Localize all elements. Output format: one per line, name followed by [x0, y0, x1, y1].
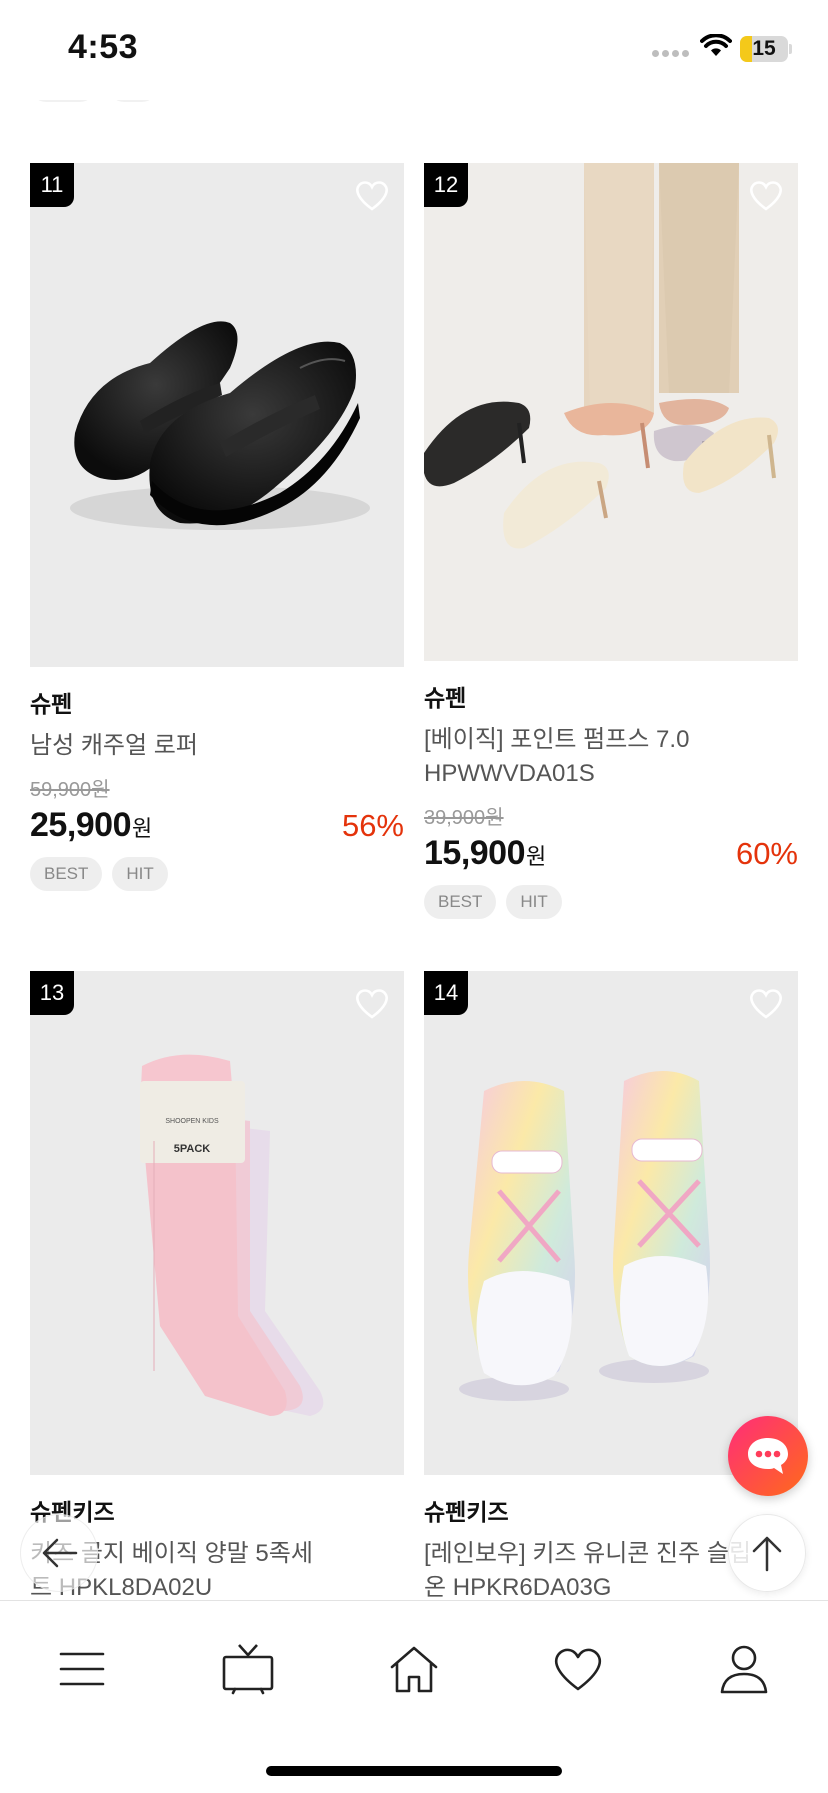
scroll-top-button[interactable] [728, 1514, 806, 1592]
product-name[interactable]: 남성 캐주얼 로퍼 [30, 729, 404, 763]
original-price: 39,900원 [424, 807, 504, 829]
rank-badge: 11 [30, 163, 74, 207]
sneakers-image [459, 1071, 710, 1401]
nav-tv[interactable] [218, 1639, 278, 1699]
product-name[interactable]: [레인보우] 키즈 유니콘 진주 슬립온 HPKR6DA03G [424, 1537, 764, 1605]
product-tags: BEST HIT [30, 857, 404, 891]
pumps-image [424, 163, 778, 549]
status-time: 4:53 [68, 28, 139, 66]
discount-rate: 56% [341, 808, 404, 843]
product-brand: 슈펜키즈 [30, 1499, 115, 1525]
tag-hit: HIT [506, 885, 562, 919]
wishlist-heart-icon[interactable] [748, 987, 784, 1019]
user-icon [720, 1645, 768, 1694]
product-card[interactable]: 14 슈펜키즈 [레인보우] 키즈 유니콘 진주 슬립온 HPKR6DA03G [424, 971, 798, 1605]
product-brand: 슈펜 [424, 685, 467, 711]
status-bar: 4:53 15 [0, 0, 828, 100]
menu-icon [59, 1652, 105, 1686]
battery-level: 15 [752, 37, 776, 60]
arrow-left-icon [42, 1538, 78, 1568]
cellular-signal-icon [652, 50, 689, 57]
back-button[interactable] [20, 1514, 98, 1592]
rank-badge: 13 [30, 971, 74, 1015]
tv-icon [222, 1644, 274, 1695]
product-image-loafers[interactable]: 11 [30, 163, 404, 667]
product-image-sneakers[interactable]: 14 [424, 971, 798, 1475]
wishlist-heart-icon[interactable] [354, 987, 390, 1019]
home-indicator [266, 1766, 562, 1776]
tag-best: BEST [424, 885, 497, 919]
product-tags: BEST HIT [424, 885, 798, 919]
product-brand: 슈펜 [30, 691, 73, 717]
product-card[interactable]: 12 슈펜 [베이직] 포인트 펌프스 7.0 HPWWVDA01S 39,90… [424, 163, 798, 919]
loafer-image [70, 321, 370, 530]
tag-best: BEST [30, 857, 103, 891]
nav-wishlist[interactable] [548, 1639, 608, 1699]
original-price: 59,900원 [30, 779, 110, 801]
nav-menu[interactable] [52, 1639, 112, 1699]
wifi-icon [700, 34, 732, 56]
rank-badge: 12 [424, 163, 468, 207]
tag-hit: HIT [112, 857, 168, 891]
arrow-up-icon [752, 1536, 782, 1572]
discount-rate: 60% [735, 836, 798, 871]
sale-price: 15,900원 [424, 834, 546, 872]
home-icon [390, 1646, 438, 1693]
product-name[interactable]: [베이직] 포인트 펌프스 7.0 HPWWVDA01S [424, 723, 798, 791]
svg-text:SHOOPEN KIDS: SHOOPEN KIDS [165, 1118, 219, 1125]
chat-bubble-icon [748, 1438, 788, 1474]
rank-badge: 14 [424, 971, 468, 1015]
nav-home[interactable] [384, 1639, 444, 1699]
product-card[interactable]: SHOOPEN KIDS 5PACK 13 슈펜키즈 키즈 골지 베이직 양말 … [30, 971, 404, 1605]
product-image-socks[interactable]: SHOOPEN KIDS 5PACK 13 [30, 971, 404, 1475]
wishlist-heart-icon[interactable] [354, 179, 390, 211]
socks-image: SHOOPEN KIDS 5PACK [140, 1054, 324, 1416]
product-image-pumps[interactable]: 12 [424, 163, 798, 661]
heart-icon [554, 1648, 602, 1691]
chat-button[interactable] [728, 1416, 808, 1496]
wishlist-heart-icon[interactable] [748, 179, 784, 211]
battery-icon: 15 [740, 36, 788, 62]
product-card[interactable]: 11 슈펜 남성 캐주얼 로퍼 59,900원 25,900원 56% BEST… [30, 163, 404, 891]
nav-my-page[interactable] [714, 1639, 774, 1699]
sale-price: 25,900원 [30, 806, 152, 844]
bottom-navigation [0, 1600, 828, 1793]
package-label: 5PACK [174, 1143, 211, 1155]
